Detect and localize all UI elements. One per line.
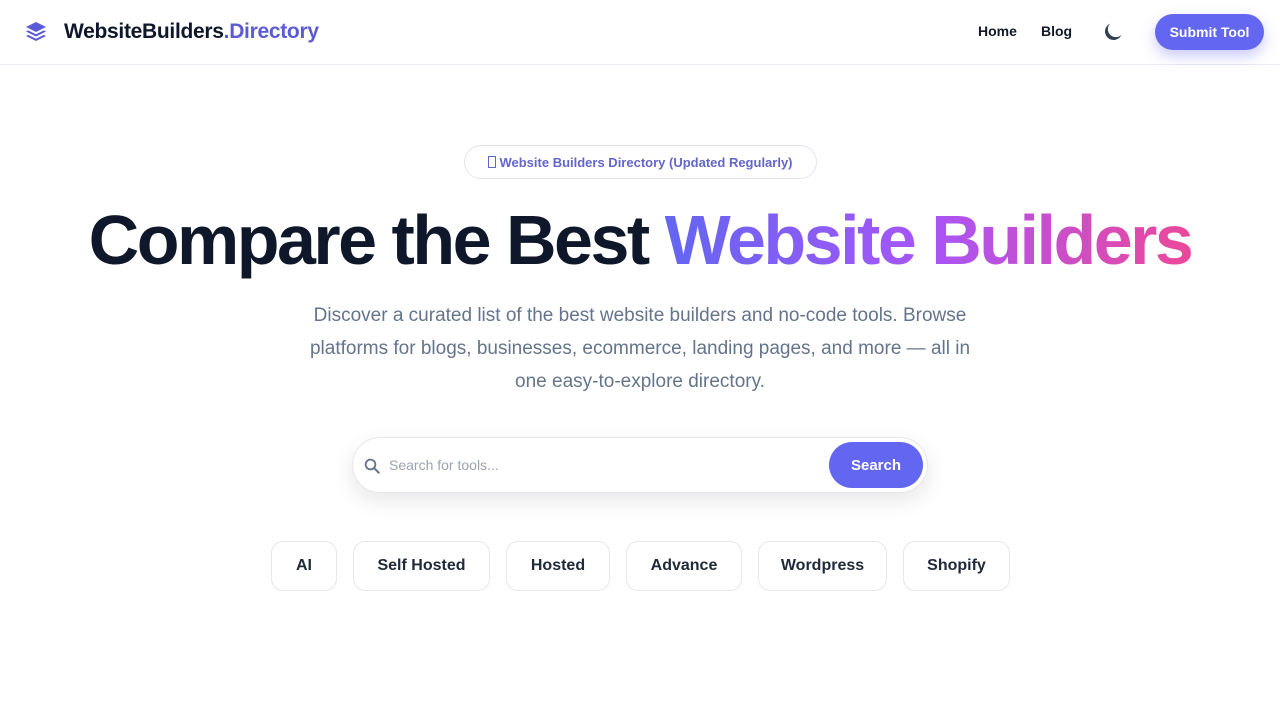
- nav-link-home[interactable]: Home: [978, 23, 1017, 39]
- search-input[interactable]: [389, 446, 819, 484]
- hero-description: Discover a curated list of the best webs…: [309, 305, 971, 392]
- nav-link-blog[interactable]: Blog: [1041, 23, 1072, 39]
- hero-title-plain: Compare the Best: [88, 201, 651, 279]
- category-chip-ai[interactable]: AI: [271, 541, 337, 591]
- submit-tool-button[interactable]: Submit Tool: [1155, 14, 1264, 50]
- hero-badge-text: Website Builders Directory (Updated Regu…: [499, 154, 793, 170]
- stack-layers-icon: [26, 22, 46, 41]
- badge-glyph-icon: [488, 156, 497, 168]
- category-chip-self-hosted[interactable]: Self Hosted: [353, 541, 490, 591]
- hero-title-gradient: Website Builders: [664, 201, 1194, 279]
- search-button[interactable]: Search: [829, 442, 923, 488]
- category-chip-wordpress[interactable]: Wordpress: [758, 541, 887, 591]
- brand-logo-link[interactable]: WebsiteBuilders.Directory: [24, 18, 319, 46]
- category-chip-hosted[interactable]: Hosted: [506, 541, 610, 591]
- moon-icon[interactable]: [1101, 20, 1125, 44]
- brand-name-main: WebsiteBuilders: [64, 20, 224, 43]
- brand-name: WebsiteBuilders.Directory: [64, 20, 319, 44]
- category-chip-shopify[interactable]: Shopify: [903, 541, 1010, 591]
- search-icon: [364, 458, 380, 474]
- hero-badge: Website Builders Directory (Updated Regu…: [464, 145, 817, 179]
- hero-title: Compare the Best Website Builders: [0, 196, 1280, 284]
- search-bar: Search: [352, 437, 928, 493]
- category-chip-advance[interactable]: Advance: [626, 541, 742, 591]
- site-header: WebsiteBuilders.Directory Home Blog Subm…: [0, 0, 1280, 65]
- brand-name-accent: .Directory: [223, 20, 319, 43]
